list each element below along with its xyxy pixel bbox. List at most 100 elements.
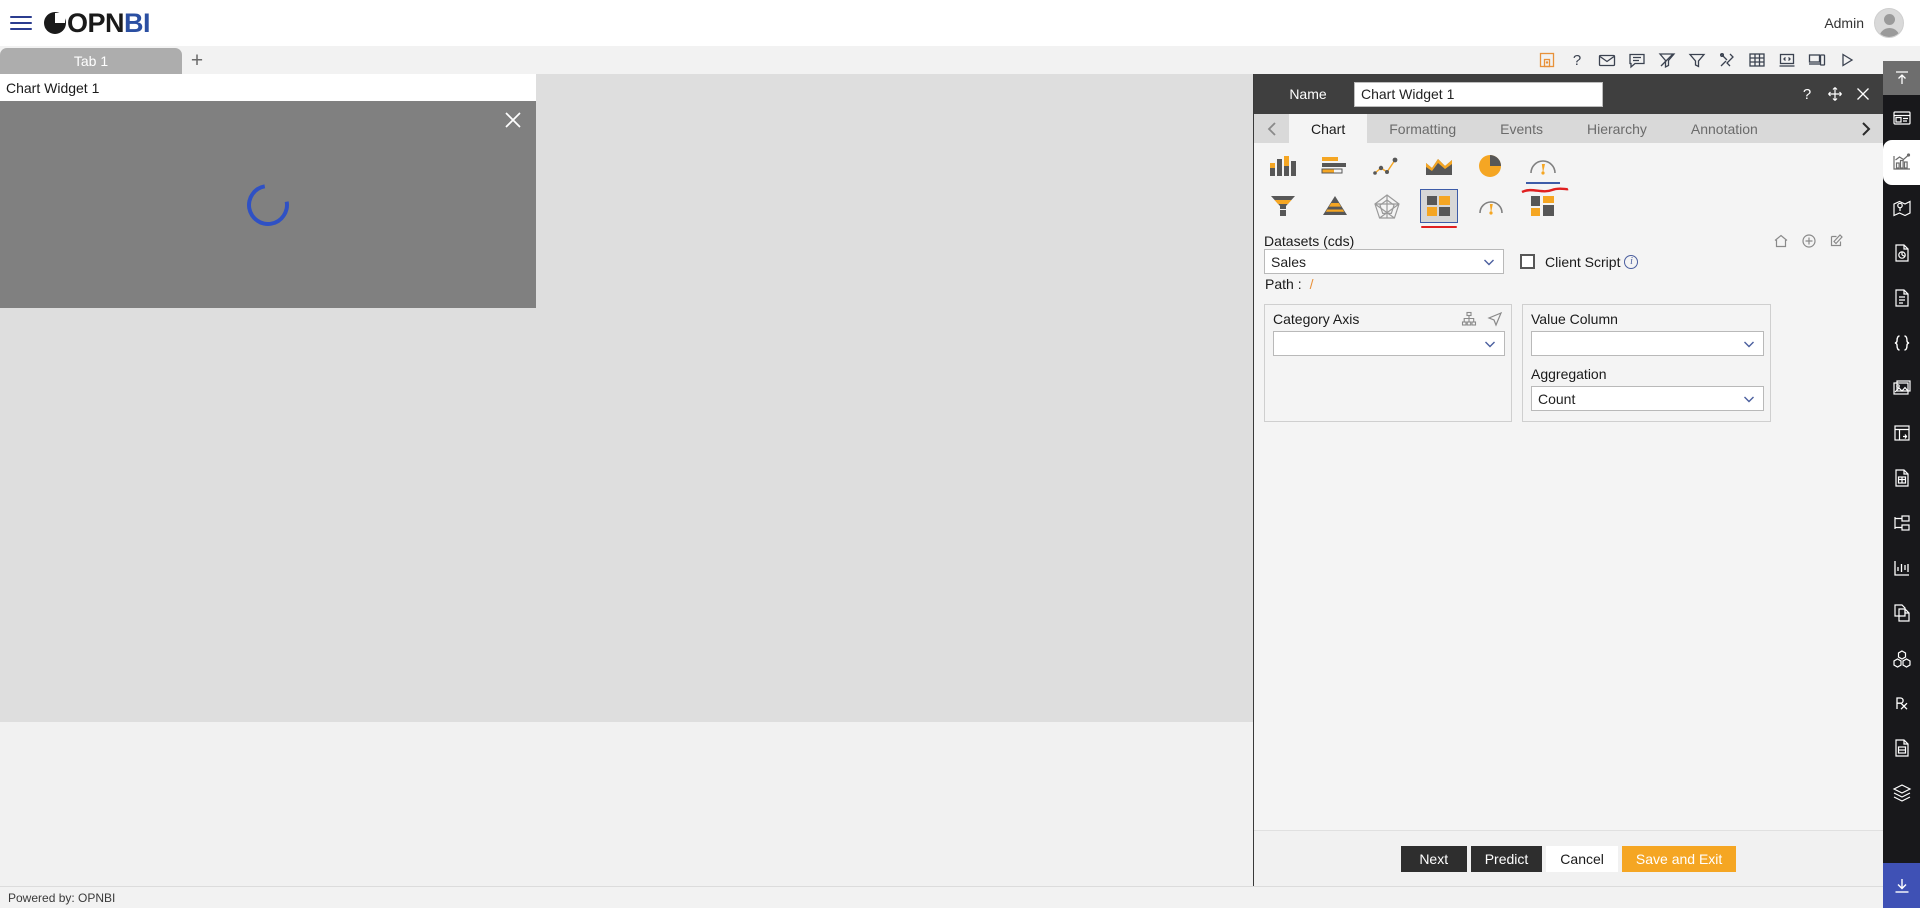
workspace-tab-1[interactable]: Tab 1 <box>0 48 182 74</box>
top-toolbar: ? <box>1538 46 1856 74</box>
svg-text:?: ? <box>1573 52 1581 69</box>
scatter-chart-icon[interactable] <box>1368 149 1406 183</box>
comment-icon[interactable] <box>1628 51 1646 69</box>
tab-chart[interactable]: Chart <box>1289 114 1368 143</box>
document-widget-icon[interactable] <box>1883 275 1920 320</box>
pie-chart-icon[interactable] <box>1472 149 1510 183</box>
datasets-label: Datasets (cds) <box>1264 233 1355 249</box>
prescription-widget-icon[interactable] <box>1883 680 1920 725</box>
home-icon[interactable] <box>1773 233 1789 249</box>
info-icon[interactable]: i <box>1624 254 1639 269</box>
save-and-exit-button[interactable]: Save and Exit <box>1621 845 1737 872</box>
aggregation-value: Count <box>1538 390 1576 407</box>
mail-icon[interactable] <box>1598 51 1616 69</box>
next-button[interactable]: Next <box>1400 845 1467 872</box>
panel-content: Datasets (cds) Sales Client Script i Pat… <box>1254 143 1883 830</box>
tab-annotation-label: Annotation <box>1690 120 1758 137</box>
map-widget-icon[interactable] <box>1883 185 1920 230</box>
workspace-canvas[interactable]: Chart Widget 1 <box>0 74 1253 722</box>
grid-widget-icon[interactable] <box>1883 455 1920 500</box>
category-axis-select[interactable] <box>1273 331 1505 356</box>
chevron-left-icon[interactable] <box>1254 114 1289 143</box>
tools-icon[interactable] <box>1718 51 1736 69</box>
chevron-right-icon[interactable] <box>1848 114 1883 143</box>
logo-mark-icon <box>44 12 66 34</box>
aggregation-label: Aggregation <box>1531 366 1607 382</box>
pyramid-chart-icon[interactable] <box>1316 189 1354 223</box>
filter-icon[interactable] <box>1688 51 1706 69</box>
treemap-chart-icon[interactable] <box>1420 189 1458 228</box>
area-chart-icon[interactable] <box>1420 149 1458 183</box>
run-icon[interactable] <box>1838 51 1856 69</box>
cube-widget-icon[interactable] <box>1883 635 1920 680</box>
move-icon[interactable] <box>1827 86 1843 102</box>
close-icon[interactable] <box>1855 86 1871 102</box>
user-menu[interactable]: Admin <box>1824 8 1904 38</box>
add-icon[interactable] <box>1801 233 1817 249</box>
chevron-down-icon <box>1741 391 1757 407</box>
widget-name-input[interactable] <box>1354 81 1603 107</box>
funnel-chart-icon[interactable] <box>1264 189 1302 223</box>
report-widget-icon[interactable] <box>1883 230 1920 275</box>
collapse-up-icon[interactable] <box>1883 61 1920 95</box>
dataset-path: Path : / <box>1264 274 1873 292</box>
chart-widget-icon[interactable] <box>1883 140 1920 185</box>
help-icon[interactable]: ? <box>1568 51 1586 69</box>
download-icon[interactable] <box>1883 863 1920 908</box>
tab-annotation[interactable]: Annotation <box>1669 114 1780 143</box>
dataset-select[interactable]: Sales <box>1264 249 1504 274</box>
clear-filter-icon[interactable] <box>1658 51 1676 69</box>
layers-widget-icon[interactable] <box>1883 770 1920 815</box>
help-icon[interactable]: ? <box>1799 86 1815 102</box>
widget-panel-icon[interactable] <box>1883 95 1920 140</box>
tile-chart-icon[interactable] <box>1524 189 1562 223</box>
code-view-icon[interactable] <box>1778 51 1796 69</box>
column-chart-icon[interactable] <box>1264 149 1302 183</box>
client-script-control[interactable]: Client Script i <box>1520 253 1639 270</box>
chart-type-picker <box>1254 143 1883 229</box>
edit-icon[interactable] <box>1829 233 1845 249</box>
aggregation-select[interactable]: Count <box>1531 386 1764 411</box>
radar-chart-icon[interactable] <box>1368 189 1406 223</box>
send-icon[interactable] <box>1487 311 1503 327</box>
treemap-underline-annotation <box>1421 225 1457 228</box>
hamburger-icon[interactable] <box>10 12 36 34</box>
sparkline-widget-icon[interactable] <box>1883 545 1920 590</box>
tab-hierarchy-label: Hierarchy <box>1586 120 1647 137</box>
predict-button[interactable]: Predict <box>1470 845 1543 872</box>
path-value: / <box>1309 276 1314 292</box>
save-icon[interactable] <box>1538 51 1556 69</box>
widget-config-panel: Name ? Chart Formatting Events Hierarc <box>1253 74 1883 886</box>
hierarchy-icon[interactable] <box>1461 311 1477 327</box>
close-icon[interactable] <box>502 109 524 131</box>
chart-type-row-1 <box>1260 149 1877 194</box>
chart-widget[interactable]: Chart Widget 1 <box>0 74 536 308</box>
value-column-select[interactable] <box>1531 331 1764 356</box>
page-footer: Powered by: OPNBI <box>0 886 1920 908</box>
speedometer-chart-icon[interactable] <box>1472 189 1510 223</box>
client-script-label: Client Script <box>1545 253 1621 270</box>
image-widget-icon[interactable] <box>1883 365 1920 410</box>
value-column-label: Value Column <box>1531 311 1618 327</box>
gauge-chart-icon[interactable] <box>1521 149 1569 194</box>
logo-text-bi: BI <box>124 7 151 38</box>
frame-widget-icon[interactable] <box>1883 410 1920 455</box>
code-widget-icon[interactable] <box>1883 320 1920 365</box>
widget-header: Chart Widget 1 <box>0 74 536 101</box>
device-preview-icon[interactable] <box>1808 51 1826 69</box>
tab-formatting[interactable]: Formatting <box>1367 114 1478 143</box>
avatar[interactable] <box>1874 8 1904 38</box>
svg-text:?: ? <box>1803 86 1811 102</box>
tree-widget-icon[interactable] <box>1883 500 1920 545</box>
tab-events[interactable]: Events <box>1478 114 1565 143</box>
copy-widget-icon[interactable] <box>1883 590 1920 635</box>
add-tab-button[interactable]: + <box>182 48 212 74</box>
cancel-button[interactable]: Cancel <box>1546 845 1618 872</box>
bar-chart-icon[interactable] <box>1316 149 1354 183</box>
tab-formatting-label: Formatting <box>1389 120 1457 137</box>
loading-spinner-icon <box>238 175 298 234</box>
table-icon[interactable] <box>1748 51 1766 69</box>
form-widget-icon[interactable] <box>1883 725 1920 770</box>
client-script-checkbox[interactable] <box>1520 254 1535 269</box>
tab-hierarchy[interactable]: Hierarchy <box>1565 114 1669 143</box>
